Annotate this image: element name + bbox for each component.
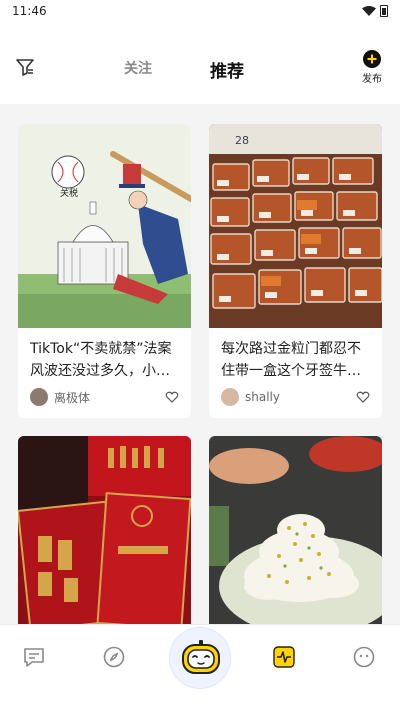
feed: 关税 TikTok“不卖就禁”法案风波还没过多久，小… 离极体 28 每次路过金… (0, 104, 400, 624)
filter-icon[interactable] (14, 56, 36, 78)
robot-icon (182, 640, 220, 674)
wifi-icon (362, 6, 376, 16)
tab-item-me[interactable] (342, 645, 386, 685)
card-meta: 离极体 (18, 382, 191, 418)
price-tag-text: 28 (235, 134, 249, 147)
status-bar: 11:46 (0, 0, 400, 22)
card-image: 28 (209, 124, 382, 328)
compass-icon (103, 646, 125, 668)
status-icons (362, 5, 388, 17)
feed-card[interactable]: 关税 TikTok“不卖就禁”法案风波还没过多久，小… 离极体 (18, 124, 191, 418)
tab-item-discover[interactable] (92, 645, 136, 685)
status-time: 11:46 (12, 4, 47, 18)
card-meta: shally (209, 382, 382, 418)
feed-card[interactable] (18, 436, 191, 624)
battery-icon (380, 5, 388, 17)
publish-button[interactable]: 发布 (354, 50, 390, 85)
card-title: 每次路过金粒门都忍不住带一盒这个牙签牛… (221, 341, 361, 379)
top-bar: 关注 推荐 发布 (0, 22, 400, 104)
card-author[interactable]: shally (245, 390, 356, 404)
avatar[interactable] (30, 388, 48, 406)
feed-card[interactable] (209, 436, 382, 624)
card-image (209, 436, 382, 624)
avatar[interactable] (221, 388, 239, 406)
heart-icon[interactable] (165, 390, 179, 404)
feed-card[interactable]: 28 每次路过金粒门都忍不住带一盒这个牙签牛… shally (209, 124, 382, 418)
card-image: 关税 (18, 124, 191, 328)
card-image (18, 436, 191, 624)
tab-follow[interactable]: 关注 (124, 58, 152, 78)
bottom-tab-bar (0, 624, 400, 712)
plus-icon (363, 50, 381, 68)
card-title: TikTok“不卖就禁”法案风波还没过多久，小… (30, 341, 172, 379)
heart-icon[interactable] (356, 390, 370, 404)
tab-item-pulse[interactable] (262, 645, 306, 685)
pulse-icon (273, 646, 295, 668)
tab-item-chat[interactable] (12, 645, 56, 685)
smile-icon (353, 646, 375, 668)
publish-label: 发布 (362, 74, 382, 85)
tab-item-label (92, 677, 136, 685)
center-robot-button[interactable] (169, 627, 231, 689)
card-author[interactable]: 离极体 (54, 389, 165, 406)
chat-icon (24, 648, 44, 667)
tab-recommend[interactable]: 推荐 (210, 57, 244, 82)
tab-item-label (12, 677, 56, 685)
cartoon-label: 关税 (60, 187, 78, 199)
tab-item-label (262, 677, 306, 685)
tab-item-label (342, 677, 386, 685)
